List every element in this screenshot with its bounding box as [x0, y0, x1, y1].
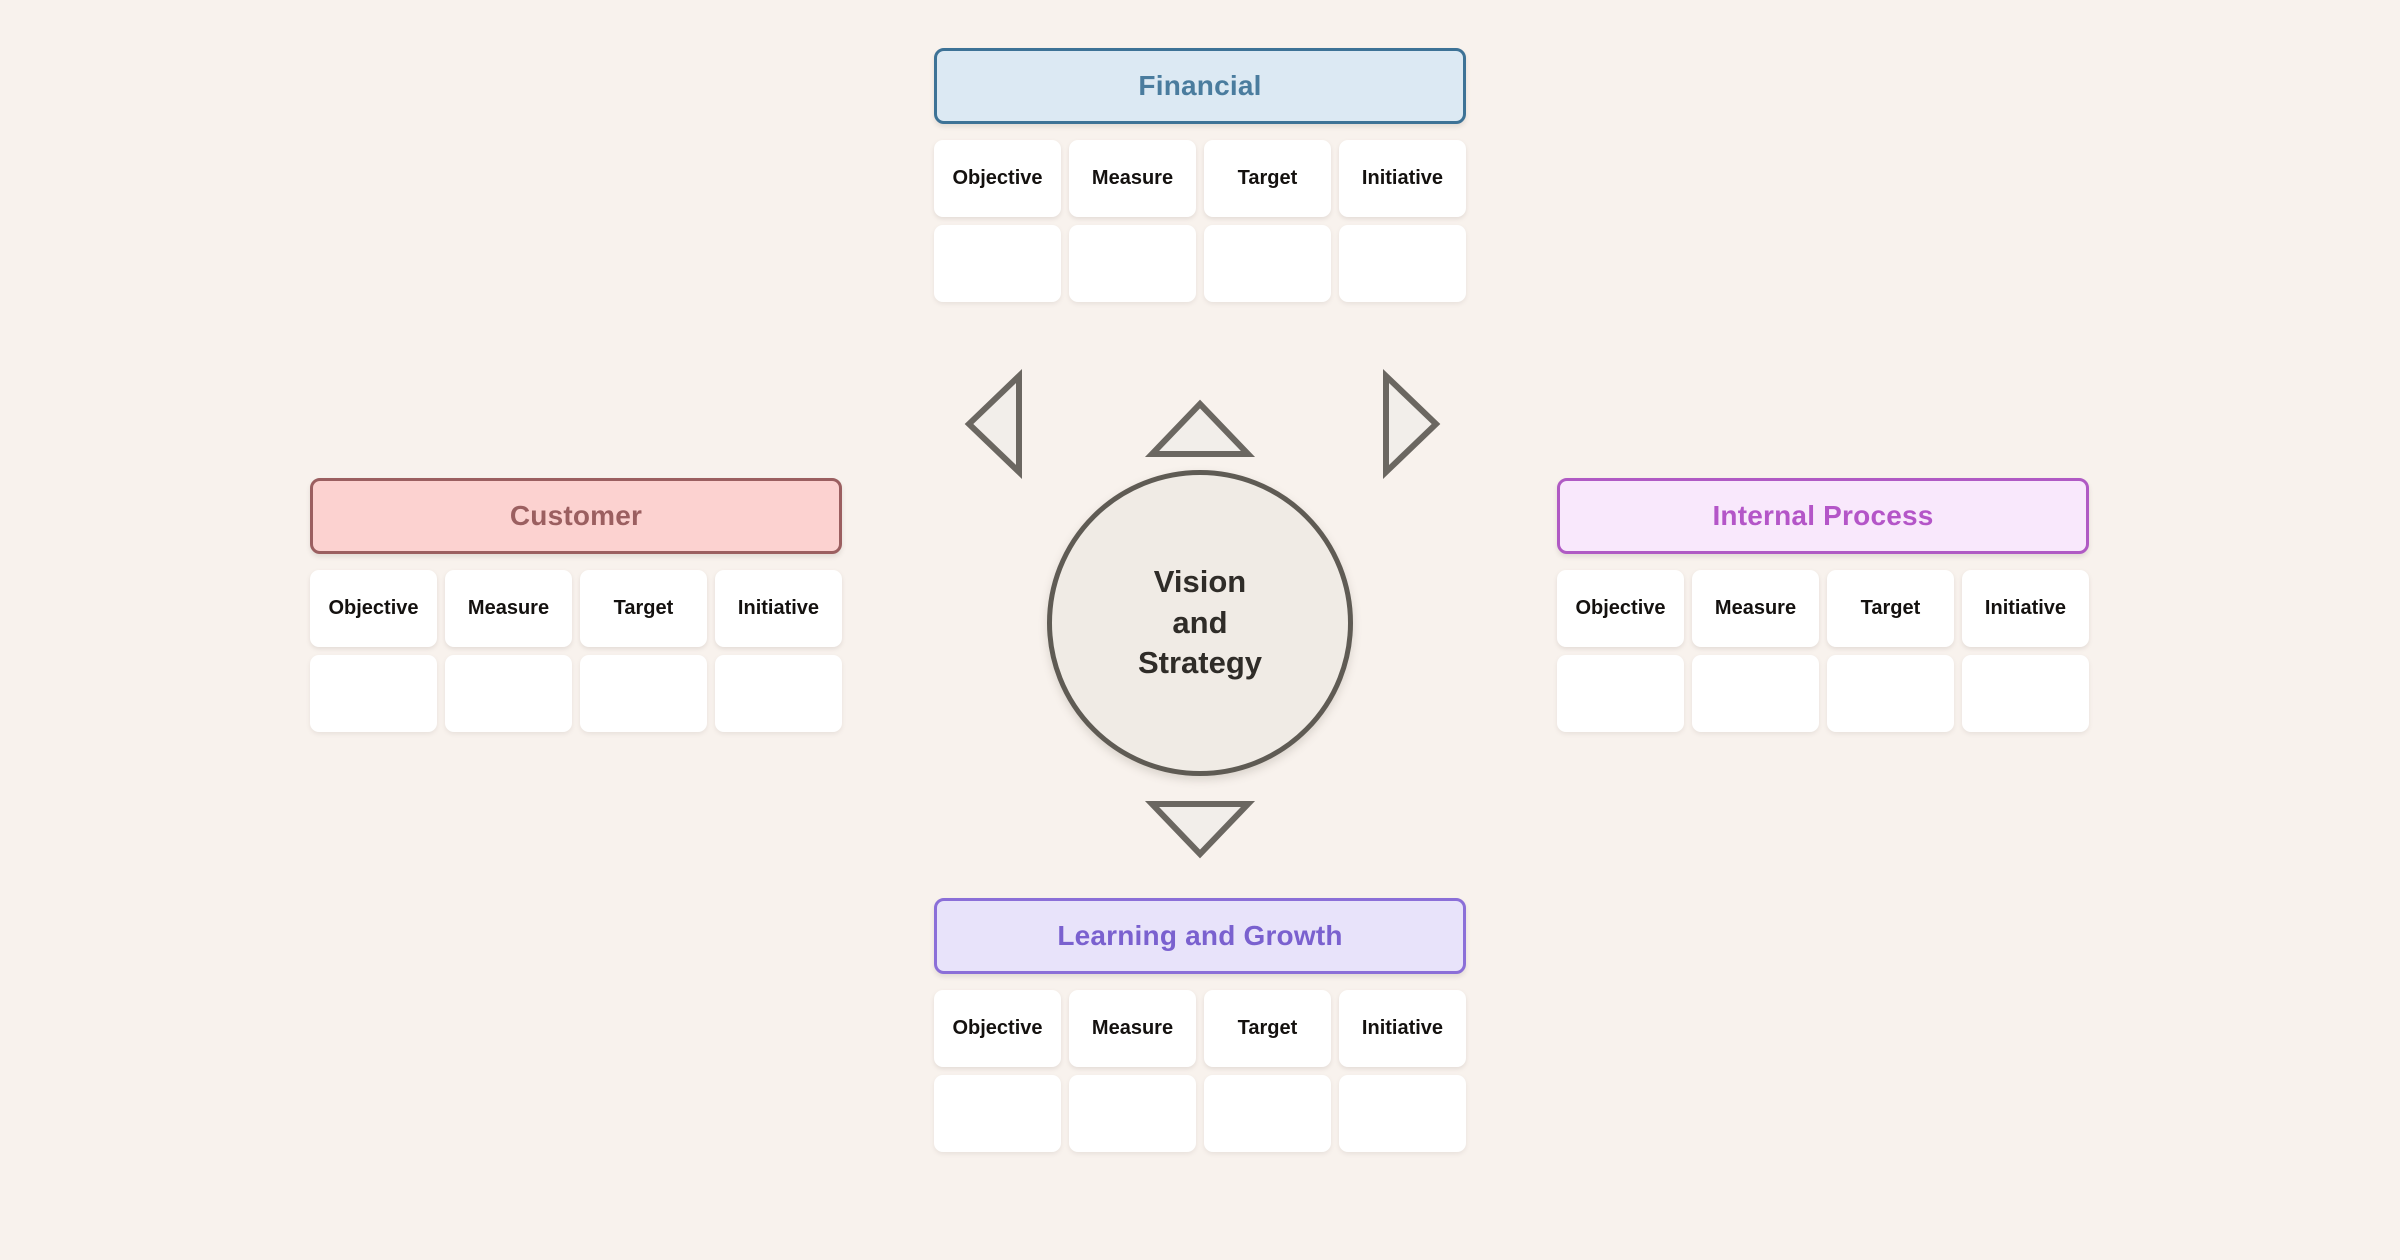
entry-cell-target[interactable] — [1827, 655, 1954, 732]
perspective-panel-financial: Financial Objective Measure Target Initi… — [934, 48, 1466, 302]
entry-cell-measure[interactable] — [445, 655, 572, 732]
entry-cell-objective[interactable] — [934, 225, 1061, 302]
entry-cell-initiative[interactable] — [1339, 225, 1466, 302]
header-cell-target[interactable]: Target — [1827, 570, 1954, 647]
entry-cell-measure[interactable] — [1069, 1075, 1196, 1152]
header-cell-measure[interactable]: Measure — [445, 570, 572, 647]
entry-cell-objective[interactable] — [310, 655, 437, 732]
perspective-header-learning-and-growth[interactable]: Learning and Growth — [934, 898, 1466, 974]
arrow-right-icon — [1382, 368, 1441, 480]
perspective-title-customer: Customer — [509, 500, 643, 531]
perspective-title-learning-and-growth: Learning and Growth — [1057, 920, 1343, 951]
perspective-grid-financial: Objective Measure Target Initiative — [934, 140, 1466, 302]
vision-line-2: and — [1172, 604, 1228, 640]
arrow-down-icon — [1144, 800, 1256, 859]
header-cell-target[interactable]: Target — [1204, 140, 1331, 217]
header-cell-initiative[interactable]: Initiative — [715, 570, 842, 647]
header-cell-measure[interactable]: Measure — [1069, 140, 1196, 217]
entry-cell-target[interactable] — [1204, 225, 1331, 302]
perspective-grid-learning-and-growth: Objective Measure Target Initiative — [934, 990, 1466, 1152]
perspective-panel-customer: Customer Objective Measure Target Initia… — [310, 478, 842, 732]
header-cell-initiative[interactable]: Initiative — [1962, 570, 2089, 647]
entry-cell-initiative[interactable] — [1339, 1075, 1466, 1152]
arrow-left-icon — [964, 368, 1023, 480]
vision-line-3: Strategy — [1137, 645, 1263, 681]
entry-cell-objective[interactable] — [934, 1075, 1061, 1152]
perspective-grid-internal-process: Objective Measure Target Initiative — [1557, 570, 2089, 732]
perspective-title-internal-process: Internal Process — [1712, 500, 1934, 531]
header-cell-objective[interactable]: Objective — [1557, 570, 1684, 647]
vision-and-strategy-label: Vision and Strategy — [1138, 562, 1262, 685]
header-cell-measure[interactable]: Measure — [1069, 990, 1196, 1067]
header-cell-objective[interactable]: Objective — [310, 570, 437, 647]
entry-cell-measure[interactable] — [1069, 225, 1196, 302]
entry-cell-target[interactable] — [1204, 1075, 1331, 1152]
balanced-scorecard-diagram: Financial Objective Measure Target Initi… — [0, 0, 2400, 1260]
entry-cell-initiative[interactable] — [1962, 655, 2089, 732]
perspective-header-internal-process[interactable]: Internal Process — [1557, 478, 2089, 554]
vision-and-strategy-circle[interactable]: Vision and Strategy — [1047, 470, 1353, 776]
header-cell-target[interactable]: Target — [1204, 990, 1331, 1067]
header-cell-initiative[interactable]: Initiative — [1339, 990, 1466, 1067]
header-cell-objective[interactable]: Objective — [934, 140, 1061, 217]
header-cell-measure[interactable]: Measure — [1692, 570, 1819, 647]
header-cell-initiative[interactable]: Initiative — [1339, 140, 1466, 217]
perspective-title-financial: Financial — [1138, 70, 1262, 101]
entry-cell-objective[interactable] — [1557, 655, 1684, 732]
vision-line-1: Vision — [1153, 563, 1247, 599]
perspective-panel-internal-process: Internal Process Objective Measure Targe… — [1557, 478, 2089, 732]
entry-cell-target[interactable] — [580, 655, 707, 732]
perspective-header-customer[interactable]: Customer — [310, 478, 842, 554]
perspective-grid-customer: Objective Measure Target Initiative — [310, 570, 842, 732]
arrow-up-icon — [1144, 399, 1256, 458]
entry-cell-initiative[interactable] — [715, 655, 842, 732]
header-cell-objective[interactable]: Objective — [934, 990, 1061, 1067]
perspective-header-financial[interactable]: Financial — [934, 48, 1466, 124]
perspective-panel-learning-and-growth: Learning and Growth Objective Measure Ta… — [934, 898, 1466, 1152]
header-cell-target[interactable]: Target — [580, 570, 707, 647]
entry-cell-measure[interactable] — [1692, 655, 1819, 732]
